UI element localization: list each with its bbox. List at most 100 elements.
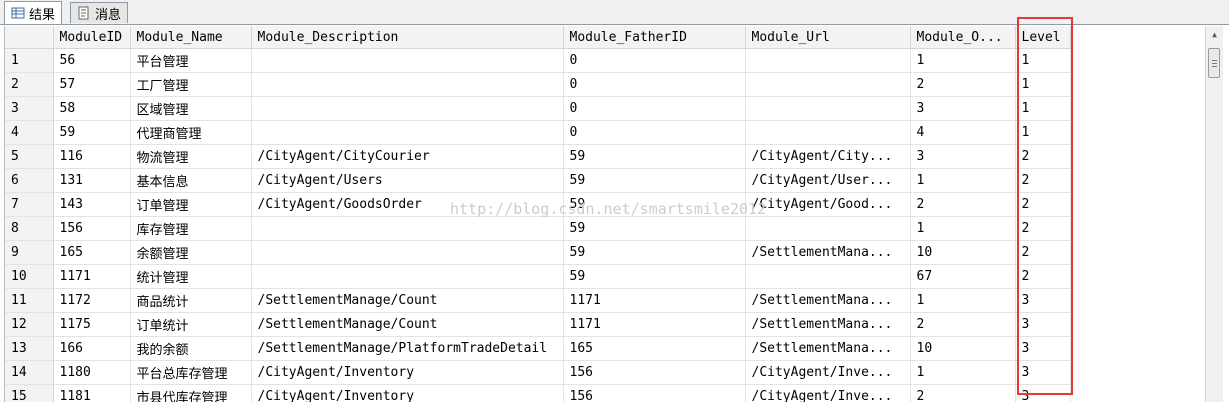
row-number[interactable]: 10 (5, 264, 54, 289)
table-cell[interactable]: 2 (910, 312, 1016, 337)
row-number[interactable]: 15 (5, 384, 54, 402)
table-cell[interactable]: 统计管理 (130, 264, 252, 289)
table-cell[interactable]: 1172 (53, 288, 131, 313)
table-cell[interactable]: 2 (910, 192, 1016, 217)
vertical-scrollbar[interactable]: ▲ (1205, 26, 1223, 402)
table-cell[interactable] (251, 240, 564, 265)
table-cell[interactable]: 代理商管理 (130, 120, 252, 145)
table-cell[interactable]: 1171 (563, 312, 746, 337)
table-cell[interactable]: 156 (563, 360, 746, 385)
table-cell[interactable]: 116 (53, 144, 131, 169)
table-cell[interactable]: 57 (53, 72, 131, 97)
table-cell[interactable]: /SettlementMana... (745, 240, 911, 265)
table-row[interactable]: 5 116 物流管理/CityAgent/CityCourier 59/CityAge… (5, 144, 1071, 169)
table-cell[interactable]: 59 (563, 144, 746, 169)
table-cell[interactable]: 工厂管理 (130, 72, 252, 97)
table-cell[interactable] (251, 72, 564, 97)
table-cell[interactable]: /SettlementManage/PlatformTradeDetail (251, 336, 564, 361)
table-cell[interactable]: 1 (1015, 120, 1071, 145)
table-cell[interactable]: 4 (910, 120, 1016, 145)
table-cell[interactable]: 基本信息 (130, 168, 252, 193)
table-row[interactable]: 14 1180 平台总库存管理/CityAgent/Inventory 156/Cit… (5, 360, 1071, 385)
row-number-header[interactable] (5, 26, 54, 49)
column-header[interactable]: Module_Name (130, 26, 252, 49)
table-cell[interactable]: 1 (910, 168, 1016, 193)
table-cell[interactable]: 156 (53, 216, 131, 241)
table-cell[interactable]: 余额管理 (130, 240, 252, 265)
table-cell[interactable]: 58 (53, 96, 131, 121)
tab-results[interactable]: 结果 (4, 1, 63, 24)
table-cell[interactable]: 156 (563, 384, 746, 402)
table-cell[interactable]: 59 (563, 240, 746, 265)
table-cell[interactable]: /SettlementManage/Count (251, 312, 564, 337)
table-cell[interactable]: /CityAgent/Inve... (745, 384, 911, 402)
table-cell[interactable]: 0 (563, 96, 746, 121)
column-header[interactable]: Module_Description (251, 26, 564, 49)
table-cell[interactable]: 2 (1015, 144, 1071, 169)
table-cell[interactable]: 区域管理 (130, 96, 252, 121)
column-header[interactable]: Level (1015, 26, 1071, 49)
results-grid[interactable]: ModuleID Module_Name Module_Description Mod… (4, 26, 1206, 402)
table-row[interactable]: 13 166 我的余额/SettlementManage/PlatformTrade… (5, 336, 1071, 361)
table-row[interactable]: 12 1175 订单统计/SettlementManage/Count 1171/Se… (5, 312, 1071, 337)
table-cell[interactable]: 166 (53, 336, 131, 361)
row-number[interactable]: 14 (5, 360, 54, 385)
table-cell[interactable]: 2 (910, 72, 1016, 97)
table-cell[interactable]: /CityAgent/Good... (745, 192, 911, 217)
table-cell[interactable]: 1171 (563, 288, 746, 313)
table-cell[interactable]: 0 (563, 48, 746, 73)
table-row[interactable]: 11 1172 商品统计/SettlementManage/Count 1171/Se… (5, 288, 1071, 313)
table-cell[interactable]: 2 (1015, 264, 1071, 289)
table-row[interactable]: 6 131 基本信息/CityAgent/Users 59/CityAgent/Use… (5, 168, 1071, 193)
table-row[interactable]: 10 1171 统计管理 59 67 2 (5, 264, 1071, 289)
table-cell[interactable]: 1 (910, 216, 1016, 241)
column-header[interactable]: Module_O... (910, 26, 1016, 49)
table-cell[interactable]: 3 (910, 144, 1016, 169)
table-cell[interactable] (745, 264, 911, 289)
scroll-up-icon[interactable]: ▲ (1206, 26, 1223, 43)
table-cell[interactable]: 1 (1015, 48, 1071, 73)
table-cell[interactable]: 59 (53, 120, 131, 145)
table-cell[interactable]: 1 (1015, 72, 1071, 97)
table-cell[interactable]: 1 (910, 360, 1016, 385)
table-cell[interactable] (745, 48, 911, 73)
table-cell[interactable]: 平台总库存管理 (130, 360, 252, 385)
row-number[interactable]: 6 (5, 168, 54, 193)
table-cell[interactable]: 10 (910, 240, 1016, 265)
table-cell[interactable]: 165 (563, 336, 746, 361)
table-cell[interactable]: 1181 (53, 384, 131, 402)
table-cell[interactable]: 59 (563, 192, 746, 217)
table-cell[interactable]: 市县代库存管理 (130, 384, 252, 402)
table-cell[interactable] (745, 216, 911, 241)
table-cell[interactable]: 10 (910, 336, 1016, 361)
table-cell[interactable]: 商品统计 (130, 288, 252, 313)
table-cell[interactable]: 1 (1015, 96, 1071, 121)
table-cell[interactable] (251, 96, 564, 121)
table-cell[interactable]: 165 (53, 240, 131, 265)
table-cell[interactable]: 59 (563, 168, 746, 193)
table-cell[interactable]: /CityAgent/GoodsOrder (251, 192, 564, 217)
table-cell[interactable]: 3 (1015, 360, 1071, 385)
table-cell[interactable]: 3 (1015, 336, 1071, 361)
table-cell[interactable]: 3 (1015, 312, 1071, 337)
table-cell[interactable]: 2 (1015, 240, 1071, 265)
table-cell[interactable]: 59 (563, 216, 746, 241)
row-number[interactable]: 2 (5, 72, 54, 97)
tab-messages[interactable]: 消息 (70, 2, 129, 23)
column-header[interactable]: Module_FatherID (563, 26, 746, 49)
table-cell[interactable] (251, 216, 564, 241)
row-number[interactable]: 5 (5, 144, 54, 169)
scroll-thumb[interactable] (1208, 48, 1220, 78)
table-cell[interactable]: 56 (53, 48, 131, 73)
table-cell[interactable]: 59 (563, 264, 746, 289)
table-cell[interactable]: 订单统计 (130, 312, 252, 337)
table-row[interactable]: 8 156 库存管理 59 1 2 (5, 216, 1071, 241)
row-number[interactable]: 1 (5, 48, 54, 73)
row-number[interactable]: 12 (5, 312, 54, 337)
table-cell[interactable] (251, 120, 564, 145)
table-cell[interactable] (745, 120, 911, 145)
table-cell[interactable]: 物流管理 (130, 144, 252, 169)
row-number[interactable]: 7 (5, 192, 54, 217)
table-cell[interactable]: 库存管理 (130, 216, 252, 241)
table-cell[interactable]: 我的余额 (130, 336, 252, 361)
